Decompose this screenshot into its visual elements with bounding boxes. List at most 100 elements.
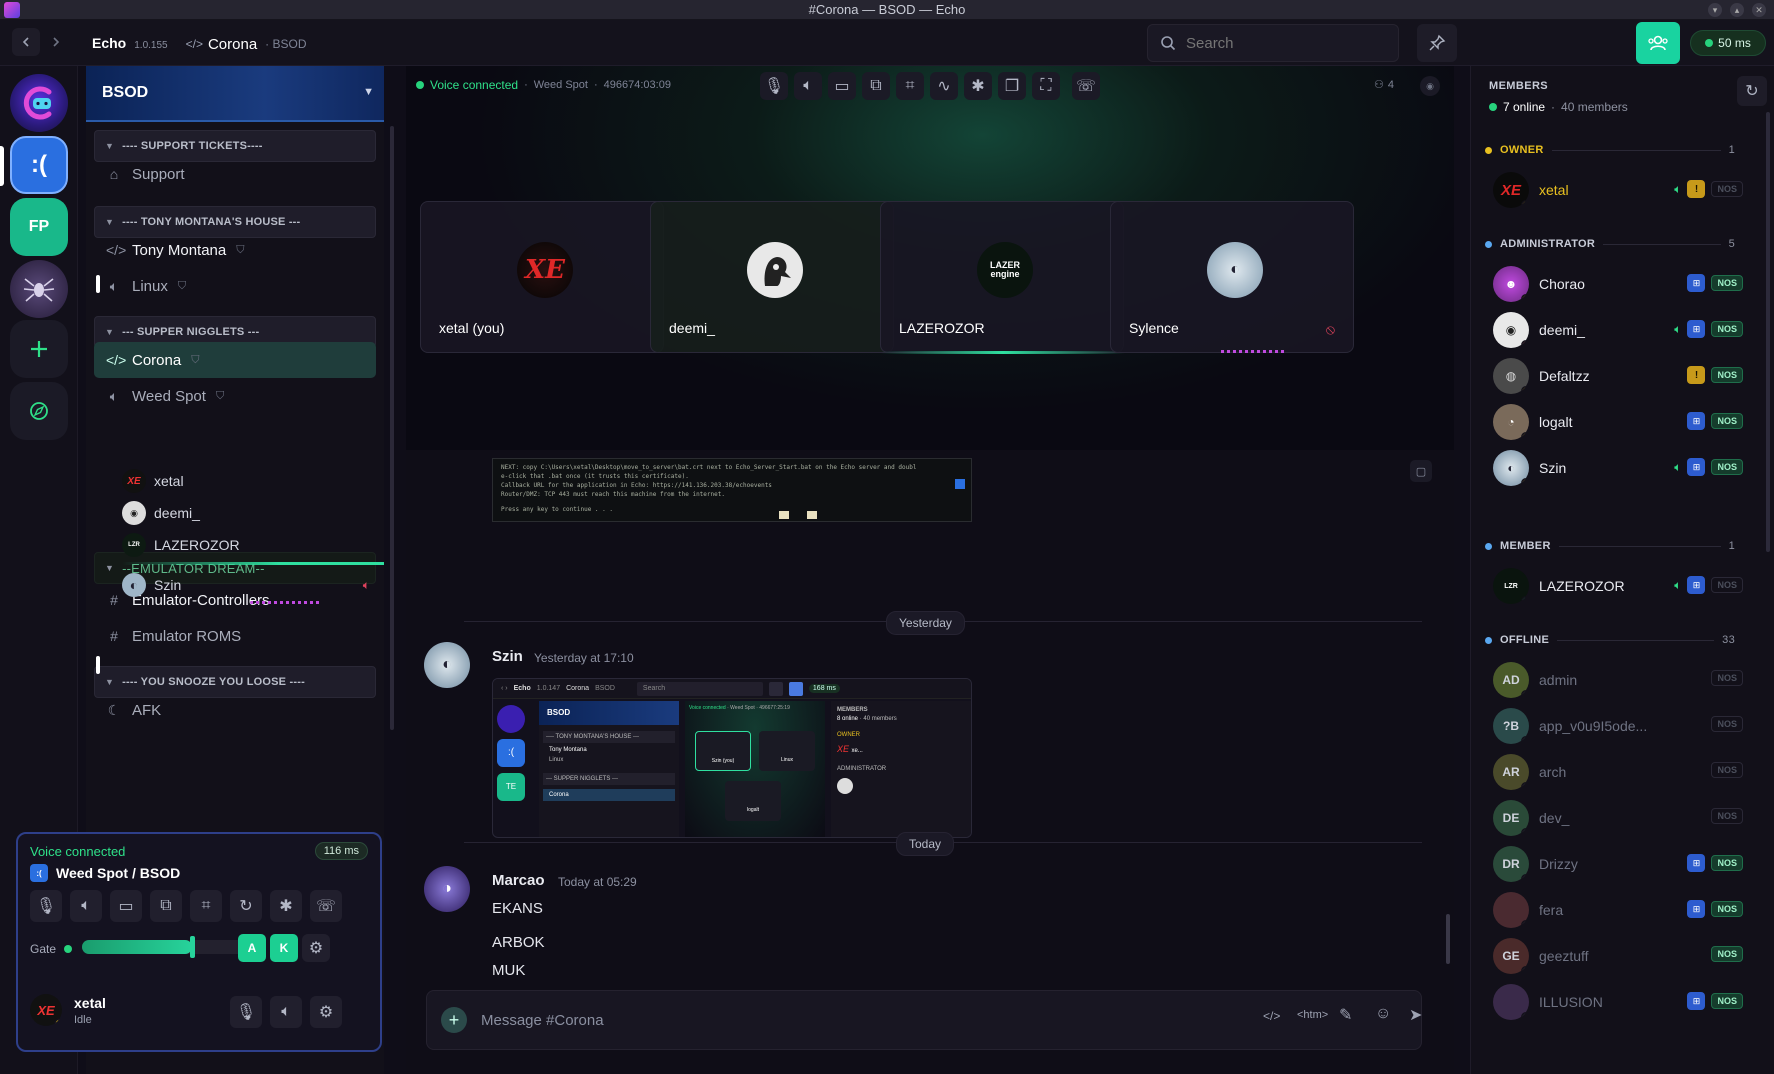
- terminal-screenshot-attachment[interactable]: NEXT: copy C:\Users\xetal\Desktop\move_t…: [492, 458, 972, 522]
- gate-slider-handle[interactable]: [190, 936, 196, 958]
- voice-channel-info[interactable]: :( Weed Spot / BSOD: [30, 864, 180, 882]
- back-button[interactable]: [12, 28, 40, 56]
- member-lazerozor[interactable]: LZR LAZEROZOR 🔈︎ ⊞ NOS: [1493, 564, 1743, 608]
- participant-tile-deemi[interactable]: deemi_: [650, 201, 894, 353]
- message-author[interactable]: Szin: [492, 648, 523, 665]
- channel-weed-spot[interactable]: 🔈︎ Weed Spot ⛉: [94, 378, 376, 414]
- channel-emulator-roms[interactable]: # Emulator ROMS: [94, 618, 376, 654]
- toggle-members-button[interactable]: [1636, 22, 1680, 64]
- reconnect-button[interactable]: ↻: [230, 890, 262, 922]
- member-illusion[interactable]: ILLUSION ⊞ NOS: [1493, 980, 1743, 1024]
- participant-tile-sylence[interactable]: ◐ Sylence ⦸: [1110, 201, 1354, 353]
- echo-home-button[interactable]: [10, 74, 68, 132]
- channel-support[interactable]: ⌂ Support: [94, 156, 376, 192]
- member-arch[interactable]: AR arch NOS: [1493, 750, 1743, 794]
- search-box[interactable]: [1147, 24, 1399, 62]
- server-spider[interactable]: [10, 260, 68, 318]
- voice-user-szin[interactable]: ◐ Szin 🔈︎: [122, 569, 384, 601]
- deafen-button[interactable]: 🔈︎: [70, 890, 102, 922]
- voice-user-lazerozor[interactable]: LZR LAZEROZOR: [122, 529, 384, 561]
- channel-scrollbar[interactable]: [390, 126, 394, 730]
- explore-servers-button[interactable]: [10, 382, 68, 440]
- participant-tile-xetal[interactable]: XE xetal (you): [420, 201, 664, 353]
- chevron-down-icon: ▼: [105, 217, 115, 227]
- window-minimize-button[interactable]: ▾: [1708, 3, 1722, 17]
- member-szin[interactable]: ◐ Szin 🔈︎ ⊞ NOS: [1493, 446, 1743, 490]
- audio-level-meter: [1221, 350, 1285, 353]
- palette-icon[interactable]: ✎: [1339, 1005, 1352, 1025]
- member-logalt[interactable]: ◔ logalt ⊞ NOS: [1493, 400, 1743, 444]
- stage-disconnect-button[interactable]: ☏: [1072, 72, 1100, 100]
- stage-activity-button[interactable]: ⌗: [896, 72, 924, 100]
- stage-popout-button[interactable]: ❐: [998, 72, 1026, 100]
- add-server-button[interactable]: [10, 320, 68, 378]
- html-button[interactable]: <htm>: [1297, 1009, 1328, 1021]
- channel-tony-montana[interactable]: </> Tony Montana ⛉: [94, 232, 376, 268]
- stage-stats-button[interactable]: ∿: [930, 72, 958, 100]
- voice-user-deemi[interactable]: ◉ deemi_: [122, 497, 384, 529]
- message-author[interactable]: Marcao: [492, 872, 545, 889]
- taskbar-icon: [955, 479, 965, 489]
- member-drizzy[interactable]: DR Drizzy ⊞ NOS: [1493, 842, 1743, 886]
- members-scrollbar[interactable]: [1766, 112, 1770, 552]
- message-input[interactable]: [481, 1005, 1121, 1035]
- search-input[interactable]: [1186, 34, 1366, 52]
- activity-button[interactable]: ⌗: [190, 890, 222, 922]
- messages-scrollbar[interactable]: [1446, 914, 1450, 964]
- voice-debug-button[interactable]: ✱: [270, 890, 302, 922]
- avatar: ◔: [1493, 404, 1529, 440]
- member-xetal[interactable]: XE xetal 🔈︎! NOS: [1493, 168, 1743, 212]
- member-app-v0u9i5ode-[interactable]: ?B app_v0u9I5ode... NOS: [1493, 704, 1743, 748]
- channel-linux[interactable]: 🔈︎ Linux ⛉: [94, 268, 376, 304]
- disconnect-button[interactable]: ☏: [310, 890, 342, 922]
- member-admin[interactable]: AD admin NOS: [1493, 658, 1743, 702]
- member-defaltzz[interactable]: ◍ Defaltzz ! NOS: [1493, 354, 1743, 398]
- member-fera[interactable]: fera ⊞ NOS: [1493, 888, 1743, 932]
- stage-visibility-button[interactable]: ◉: [1420, 76, 1440, 96]
- echo-app-icon: [4, 2, 20, 18]
- stage-mic-button[interactable]: 🎙︎: [760, 72, 788, 100]
- screenshot-attachment[interactable]: ‹ › Echo 1.0.147 Corona BSOD Search 168 ms :…: [492, 678, 972, 838]
- server-bsod[interactable]: :(: [10, 136, 68, 194]
- forward-button[interactable]: [42, 28, 70, 56]
- pinned-messages-button[interactable]: [1417, 24, 1457, 62]
- member-deemi[interactable]: ◉ deemi_ 🔈︎ ⊞ NOS: [1493, 308, 1743, 352]
- camera-button[interactable]: ▭: [110, 890, 142, 922]
- screen-share-button[interactable]: ⧉: [150, 890, 182, 922]
- gate-settings-button[interactable]: ⚙: [302, 934, 330, 962]
- mic-button[interactable]: 🎙︎: [30, 890, 62, 922]
- channel-afk[interactable]: ☾ AFK: [94, 692, 376, 728]
- avatar[interactable]: ◐: [424, 642, 470, 688]
- channel-label: Emulator ROMS: [132, 627, 242, 645]
- voice-user-xetal[interactable]: XE xetal: [122, 465, 384, 497]
- participant-tile-lazerozor[interactable]: LAZER engine LAZEROZOR: [880, 201, 1125, 354]
- avatar[interactable]: ◑: [424, 866, 470, 912]
- server-fp[interactable]: FP: [10, 198, 68, 256]
- member-geeztuff[interactable]: GE geeztuff NOS: [1493, 934, 1743, 978]
- nos-badge: NOS: [1711, 901, 1743, 917]
- server-header[interactable]: BSOD ▼: [86, 66, 384, 122]
- attach-button[interactable]: +: [441, 1007, 467, 1033]
- keybind-k-button[interactable]: K: [270, 934, 298, 962]
- stage-fullscreen-button[interactable]: ⛶: [1032, 72, 1060, 100]
- stage-debug-button[interactable]: ✱: [964, 72, 992, 100]
- stage-collapse-button[interactable]: ▢: [1410, 460, 1432, 482]
- user-deafen-button[interactable]: 🔈︎: [270, 996, 302, 1028]
- channel-corona[interactable]: </> Corona ⛉: [94, 342, 376, 378]
- member-dev-[interactable]: DE dev_ NOS: [1493, 796, 1743, 840]
- window-maximize-button[interactable]: ▴: [1730, 3, 1744, 17]
- refresh-members-button[interactable]: ↻: [1737, 76, 1767, 106]
- current-user[interactable]: XE xetal Idle: [30, 994, 106, 1026]
- stage-screenshare-button[interactable]: ⧉: [862, 72, 890, 100]
- gate-slider[interactable]: [82, 936, 260, 958]
- window-close-button[interactable]: ✕: [1752, 3, 1766, 17]
- keybind-a-button[interactable]: A: [238, 934, 266, 962]
- code-block-button[interactable]: </>: [1263, 1009, 1280, 1023]
- stage-camera-button[interactable]: ▭: [828, 72, 856, 100]
- member-chorao[interactable]: ☻ Chorao ⊞ NOS: [1493, 262, 1743, 306]
- emoji-icon[interactable]: ☺: [1375, 1005, 1391, 1023]
- user-mic-button[interactable]: 🎙︎: [230, 996, 262, 1028]
- stage-speaker-button[interactable]: 🔈︎: [794, 72, 822, 100]
- user-settings-button[interactable]: ⚙: [310, 996, 342, 1028]
- send-icon[interactable]: ➤: [1409, 1005, 1422, 1025]
